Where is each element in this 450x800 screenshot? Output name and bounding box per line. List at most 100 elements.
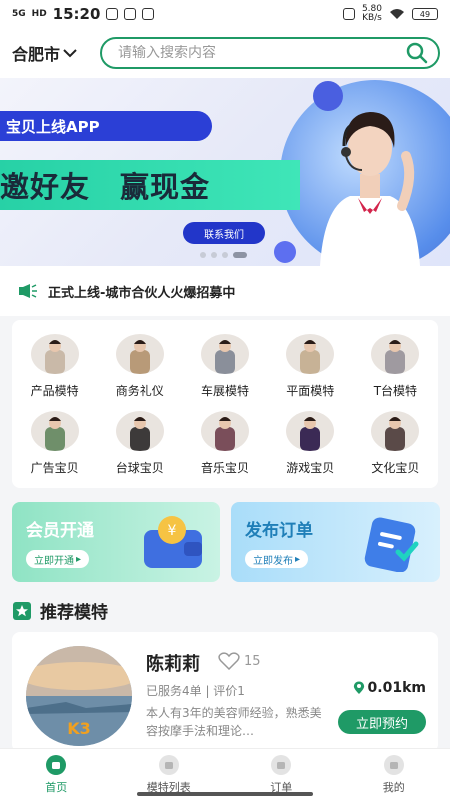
model-card[interactable]: K3 陈莉莉 15 已服务4单 | 评价1 0.01km 本人有3年的美容师经验… [12, 632, 438, 752]
location-pin-icon [353, 681, 364, 694]
search-icon[interactable] [406, 42, 428, 64]
city-selector[interactable]: 合肥市 [12, 41, 100, 65]
carousel-dot-active[interactable] [233, 252, 247, 258]
carousel-dots [200, 252, 247, 258]
category-photo [200, 411, 249, 451]
category-photo [371, 334, 420, 374]
book-now-button[interactable]: 立即预约 [338, 710, 426, 734]
order-promo-title: 发布订单 [245, 521, 313, 541]
category-label: 车展模特 [200, 384, 249, 398]
search-box[interactable] [100, 37, 440, 69]
model-distance: 0.01km [353, 680, 426, 696]
order-publish-label: 立即发布 [253, 555, 293, 567]
category-item[interactable]: 文化宝贝 [353, 411, 438, 476]
category-label: 游戏宝贝 [286, 461, 335, 475]
category-item[interactable]: 广告宝贝 [12, 411, 97, 476]
svg-text:¥: ¥ [168, 523, 177, 539]
megaphone-icon [19, 284, 37, 298]
category-item[interactable]: 游戏宝贝 [268, 411, 353, 476]
category-label: 台球宝贝 [115, 461, 164, 475]
category-item[interactable]: 产品模特 [12, 334, 97, 399]
category-item[interactable]: 车展模特 [182, 334, 267, 399]
category-item[interactable]: T台模特 [353, 334, 438, 399]
wechat-icon [106, 8, 119, 20]
carousel-dot[interactable] [211, 252, 217, 258]
city-label: 合肥市 [12, 45, 61, 64]
wifi-icon [390, 9, 404, 19]
category-label: 平面模特 [286, 384, 335, 398]
clipboard-icon [364, 517, 419, 572]
order-promo-card[interactable]: 发布订单 立即发布 ▸ [231, 502, 440, 582]
category-card: 产品模特 商务礼仪 车展模特 平面模特 T台模特广告宝贝 台球宝贝 音乐宝贝 游戏宝贝 文化宝贝 [12, 320, 438, 488]
order-publish-button[interactable]: 立即发布 ▸ [245, 550, 309, 568]
profile-icon [383, 754, 404, 775]
bubble-decoration [274, 241, 296, 263]
category-photo [286, 411, 335, 451]
banner-app-title: 宝贝上线APP [0, 111, 212, 141]
category-item[interactable]: 商务礼仪 [97, 334, 182, 399]
carousel-dot[interactable] [222, 252, 228, 258]
notice-bar[interactable]: 正式上线-城市合伙人火爆招募中 [0, 266, 450, 316]
category-label: 产品模特 [30, 384, 79, 398]
promo-banner[interactable]: 宝贝上线APP 邀好友 赢现金 联系我们 [0, 78, 450, 266]
hd-label: HD [31, 9, 47, 19]
recommend-section-title: 推荐模特 [12, 598, 108, 623]
tab-mine[interactable]: 我的 [338, 749, 450, 800]
tab-label: 我的 [382, 780, 405, 794]
home-icon [46, 754, 67, 775]
chevron-down-icon [63, 49, 77, 58]
like-button[interactable]: 15 [218, 652, 261, 670]
category-label: 音乐宝贝 [200, 461, 249, 475]
member-open-label: 立即开通 [34, 555, 74, 567]
recommend-title-label: 推荐模特 [40, 603, 108, 623]
header: 合肥市 [0, 28, 450, 78]
category-item[interactable]: 台球宝贝 [97, 411, 182, 476]
member-open-button[interactable]: 立即开通 ▸ [26, 550, 90, 568]
category-photo [115, 334, 164, 374]
distance-value: 0.01km [367, 680, 426, 696]
model-description: 本人有3年的美容师经验，熟悉美容按摩手法和理论… [146, 706, 322, 738]
category-label: 商务礼仪 [115, 384, 164, 398]
model-service-meta: 已服务4单 | 评价1 [146, 684, 245, 698]
carousel-dot[interactable] [200, 252, 206, 258]
app-icon [142, 8, 155, 20]
home-indicator [137, 792, 313, 796]
category-grid: 产品模特 商务礼仪 车展模特 平面模特 T台模特广告宝贝 台球宝贝 音乐宝贝 游戏宝贝 文化宝贝 [12, 320, 438, 476]
category-photo [115, 411, 164, 451]
category-photo [286, 334, 335, 374]
contact-us-button[interactable]: 联系我们 [183, 222, 265, 244]
model-name: 陈莉莉 [146, 654, 200, 675]
member-promo-title: 会员开通 [26, 521, 94, 541]
category-item[interactable]: 平面模特 [268, 334, 353, 399]
status-time: 15:20 [52, 5, 101, 23]
wallet-icon: ¥ [144, 516, 202, 568]
banner-headline: 邀好友 赢现金 [0, 170, 211, 204]
category-photo [371, 411, 420, 451]
category-label: T台模特 [373, 384, 418, 398]
category-label: 广告宝贝 [30, 461, 79, 475]
notice-text: 正式上线-城市合伙人火爆招募中 [48, 285, 236, 301]
orders-icon [271, 754, 292, 775]
category-photo [30, 411, 79, 451]
vibrate-icon [342, 8, 355, 20]
customer-service-woman-image [320, 112, 420, 266]
category-label: 文化宝贝 [371, 461, 420, 475]
battery-icon: 49 [412, 8, 438, 20]
category-item[interactable]: 音乐宝贝 [182, 411, 267, 476]
heart-icon [218, 652, 240, 670]
member-promo-card[interactable]: 会员开通 立即开通 ▸ ¥ [12, 502, 220, 582]
play-arrow-icon: ▸ [76, 553, 82, 565]
search-input[interactable] [118, 45, 406, 61]
net-speed-unit: KB/s [362, 13, 382, 23]
tab-label: 首页 [45, 780, 68, 794]
category-photo [30, 334, 79, 374]
tab-home[interactable]: 首页 [0, 749, 113, 800]
models-icon [158, 754, 179, 775]
model-photo[interactable]: K3 [26, 646, 132, 746]
play-arrow-icon: ▸ [295, 553, 301, 565]
like-count: 15 [244, 653, 261, 669]
network-label: 5G [12, 9, 26, 19]
status-bar: 5G HD 15:20 5.80 KB/s 49 [0, 0, 450, 28]
star-badge-icon [13, 601, 31, 620]
photo-caption: K3 [67, 719, 91, 738]
